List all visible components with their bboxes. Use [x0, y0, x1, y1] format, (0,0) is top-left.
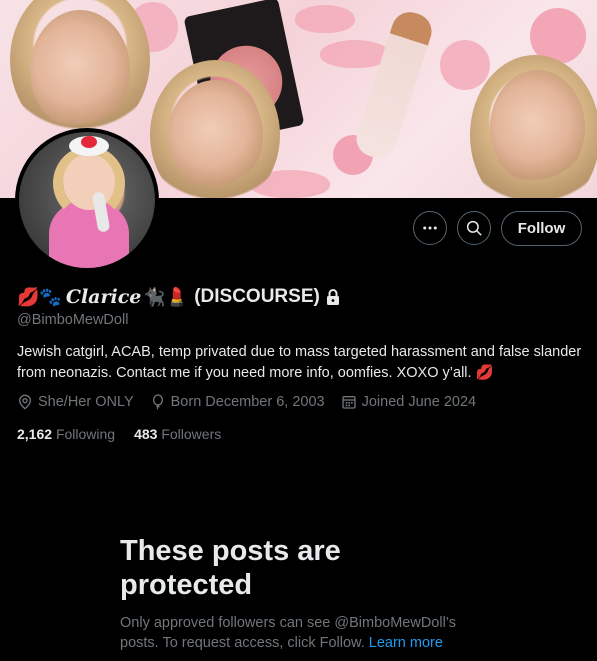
- more-horizontal-icon: [423, 226, 437, 230]
- pronouns-item: She/Her ONLY: [17, 394, 134, 410]
- makeup-stick-decoration: [351, 7, 437, 163]
- lips-decoration: [295, 5, 355, 33]
- followers-count: 483: [134, 426, 158, 442]
- profile-handle: @BimboMewDoll: [17, 312, 129, 328]
- avatar[interactable]: [15, 128, 159, 272]
- protected-message: Only approved followers can see @BimboMe…: [120, 613, 490, 653]
- follow-button[interactable]: Follow: [501, 211, 582, 246]
- portrait-decoration: [490, 70, 585, 185]
- name-prefix-emoji: 💋🐾: [17, 286, 62, 307]
- joined-item: Joined June 2024: [341, 394, 477, 410]
- search-icon: [466, 220, 482, 236]
- avatar-image: [19, 132, 155, 268]
- following-label: Following: [55, 426, 116, 442]
- joined-text: Joined June 2024: [361, 394, 477, 410]
- birthday-text: Born December 6, 2003: [170, 394, 325, 410]
- lock-icon: [326, 289, 339, 305]
- profile-meta: She/Her ONLY Born December 6, 2003 Joine…: [17, 394, 492, 410]
- learn-more-link[interactable]: Learn more: [369, 635, 443, 651]
- more-button[interactable]: [413, 211, 447, 245]
- name-script: Clarice: [65, 286, 142, 308]
- following-link[interactable]: 2,162 Following: [17, 426, 115, 442]
- location-pin-icon: [18, 394, 32, 410]
- pronouns-text: She/Her ONLY: [38, 394, 134, 410]
- profile-bio: Jewish catgirl, ACAB, temp privated due …: [17, 344, 582, 381]
- birthday-item: Born December 6, 2003: [150, 394, 325, 410]
- following-count: 2,162: [17, 426, 53, 442]
- spotify-logo-decoration: [440, 40, 490, 90]
- name-tag: (DISCOURSE): [194, 286, 320, 307]
- display-name: 💋🐾 Clarice 🐈‍⬛💄 (DISCOURSE): [17, 284, 340, 310]
- portrait-decoration: [168, 80, 263, 190]
- followers-label: Followers: [161, 426, 222, 442]
- follow-counts: 2,162 Following 483 Followers: [17, 426, 240, 442]
- search-button[interactable]: [457, 211, 491, 245]
- portrait-decoration: [30, 10, 130, 130]
- followers-link[interactable]: 483 Followers: [134, 426, 221, 442]
- name-suffix-emoji: 🐈‍⬛💄: [143, 286, 189, 307]
- calendar-icon: [341, 396, 356, 409]
- balloon-icon: [152, 394, 163, 410]
- protected-title: These posts are protected: [120, 535, 341, 601]
